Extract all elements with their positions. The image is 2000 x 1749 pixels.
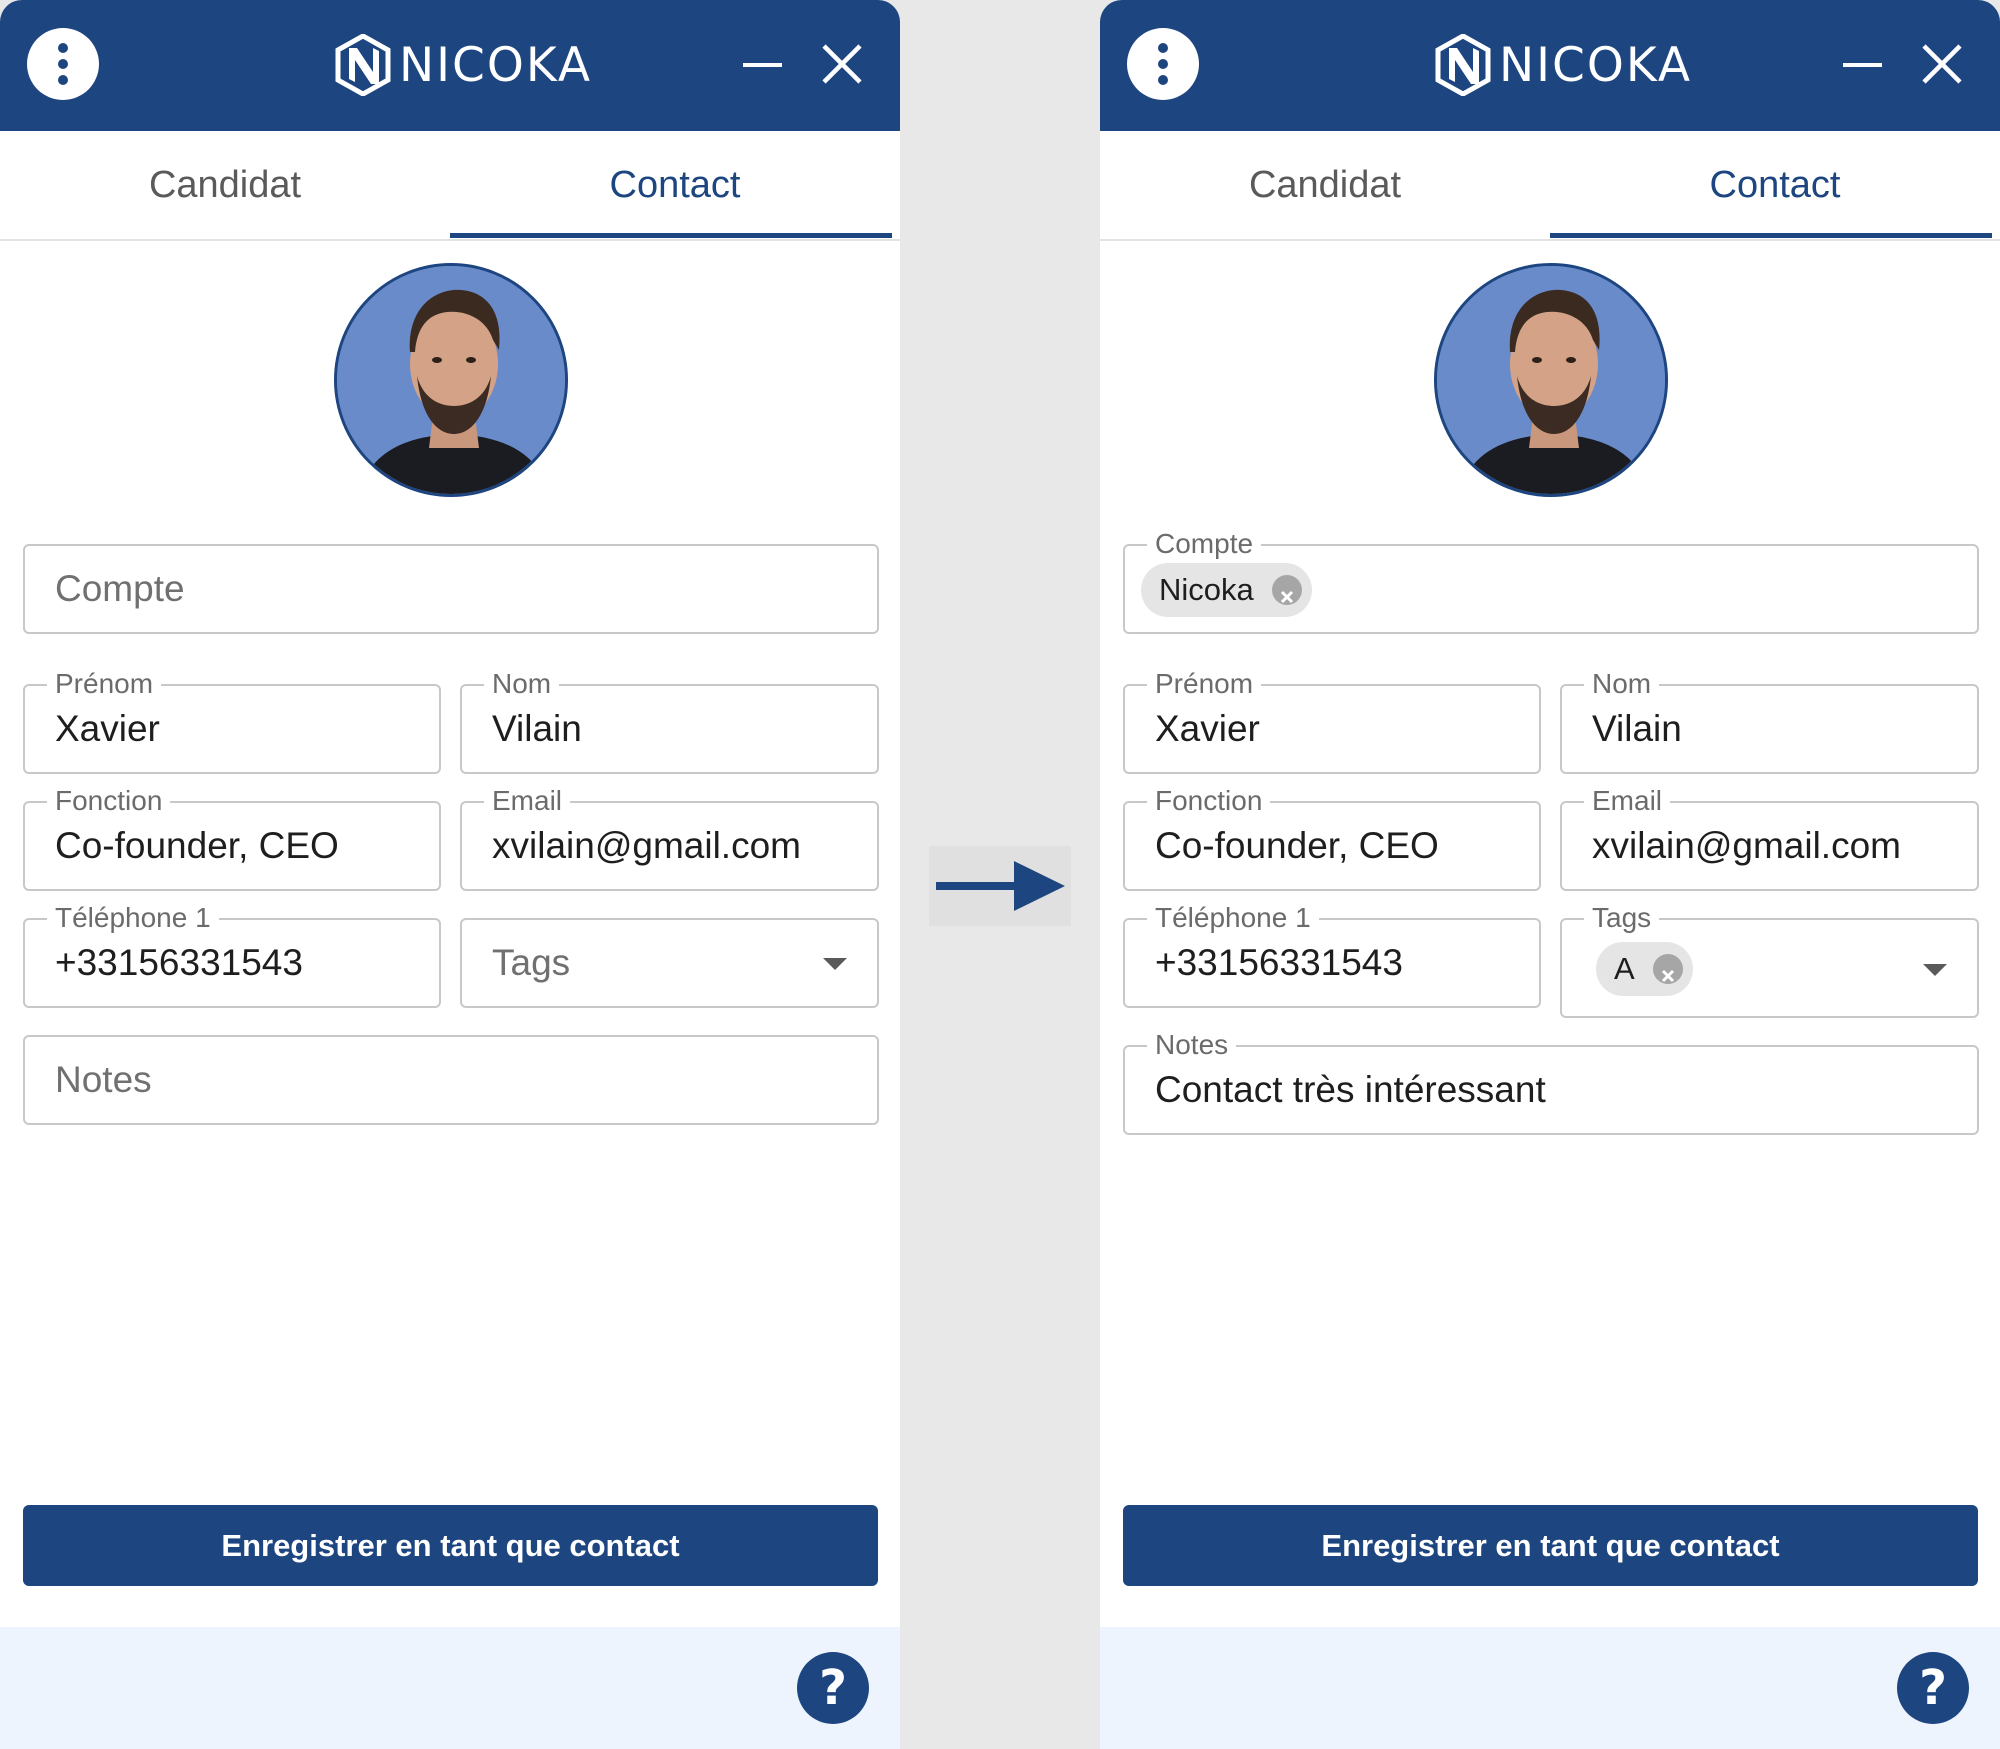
email-field[interactable]: Email xvilain@gmail.com [460, 785, 879, 891]
email-field[interactable]: Email xvilain@gmail.com [1560, 785, 1979, 891]
transition-arrow [929, 846, 1071, 926]
tags-placeholder: Tags [492, 942, 571, 983]
caret-down-icon [823, 958, 847, 970]
prenom-field[interactable]: Prénom Xavier [23, 668, 441, 774]
email-value: xvilain@gmail.com [492, 825, 801, 866]
fonction-field[interactable]: Fonction Co-founder, CEO [23, 785, 441, 891]
close-x-icon [822, 44, 862, 84]
compte-field[interactable]: Compte [23, 544, 879, 634]
question-mark-icon: ? [1919, 1660, 1947, 1716]
fonction-field[interactable]: Fonction Co-founder, CEO [1123, 785, 1541, 891]
chip-remove-glyph [1280, 590, 1293, 604]
tags-select[interactable]: Tags A [1560, 902, 1979, 1018]
extension-panel-before: NICOKA Candidat Contact Compte Prénom Xa… [0, 0, 900, 1749]
avatar [334, 263, 568, 497]
prenom-value: Xavier [55, 708, 160, 749]
telephone-field[interactable]: Téléphone 1 +33156331543 [23, 902, 441, 1008]
extension-panel-after: NICOKA Candidat Contact Compte Nicoka Pr… [1100, 0, 2000, 1749]
active-tab-indicator [1550, 233, 1992, 238]
help-button[interactable]: ? [1897, 1652, 1969, 1724]
active-tab-indicator [450, 233, 892, 238]
fonction-value: Co-founder, CEO [1155, 825, 1439, 866]
tab-bar: Candidat Contact [1100, 131, 2000, 241]
nom-field[interactable]: Nom Vilain [460, 668, 879, 774]
tab-contact[interactable]: Contact [450, 131, 900, 239]
notes-field[interactable]: Notes Contact très intéressant [1123, 1029, 1979, 1135]
menu-button[interactable] [1127, 28, 1199, 100]
nicoka-logo-icon [1435, 34, 1491, 96]
compte-chip[interactable]: Nicoka [1141, 563, 1312, 617]
tab-candidat[interactable]: Candidat [0, 131, 450, 239]
vertical-dots-icon-dot [58, 59, 68, 69]
minimize-button[interactable] [1840, 40, 1888, 88]
brand-name: NICOKA [1499, 38, 1692, 93]
minimize-button[interactable] [740, 40, 788, 88]
notes-field[interactable]: Notes [23, 1035, 879, 1125]
circle-x-icon[interactable] [1652, 954, 1683, 984]
menu-button[interactable] [27, 28, 99, 100]
chip-remove-glyph [1661, 969, 1674, 983]
vertical-dots-icon-dot [1158, 59, 1168, 69]
avatar-photo [1437, 266, 1665, 494]
footer-bar: ? [0, 1627, 900, 1749]
footer-bar: ? [1100, 1627, 2000, 1749]
save-as-contact-button[interactable]: Enregistrer en tant que contact [23, 1505, 878, 1586]
fonction-value: Co-founder, CEO [55, 825, 339, 866]
brand-name: NICOKA [399, 38, 592, 93]
compte-label: Compte [1147, 528, 1262, 560]
tab-contact[interactable]: Contact [1550, 131, 2000, 239]
compte-field[interactable]: Compte Nicoka [1123, 528, 1979, 634]
avatar [1434, 263, 1668, 497]
compte-chip-label: Nicoka [1159, 572, 1254, 607]
vertical-dots-icon [58, 43, 68, 53]
notes-placeholder: Notes [55, 1059, 152, 1100]
nicoka-logo: NICOKA [335, 34, 590, 96]
vertical-dots-icon-dot [58, 75, 68, 85]
vertical-dots-icon-dot [1158, 75, 1168, 85]
telephone-value: +33156331543 [55, 942, 303, 983]
prenom-value: Xavier [1155, 708, 1260, 749]
close-x-icon [1922, 44, 1962, 84]
nicoka-logo: NICOKA [1435, 34, 1690, 96]
question-mark-icon: ? [819, 1660, 847, 1716]
header-bar: NICOKA [0, 0, 900, 131]
nom-value: Vilain [1592, 708, 1682, 749]
compte-placeholder: Compte [55, 568, 185, 609]
email-value: xvilain@gmail.com [1592, 825, 1901, 866]
header-bar: NICOKA [1100, 0, 2000, 131]
tab-candidat[interactable]: Candidat [1100, 131, 1550, 239]
close-button[interactable] [1920, 42, 1964, 86]
circle-x-icon[interactable] [1271, 575, 1302, 605]
nom-value: Vilain [492, 708, 582, 749]
prenom-field[interactable]: Prénom Xavier [1123, 668, 1541, 774]
close-button[interactable] [820, 42, 864, 86]
nom-field[interactable]: Nom Vilain [1560, 668, 1979, 774]
vertical-dots-icon [1158, 43, 1168, 53]
telephone-value: +33156331543 [1155, 942, 1403, 983]
help-button[interactable]: ? [797, 1652, 869, 1724]
save-as-contact-button[interactable]: Enregistrer en tant que contact [1123, 1505, 1978, 1586]
tab-bar: Candidat Contact [0, 131, 900, 241]
tags-select[interactable]: Tags [460, 918, 879, 1008]
avatar-photo [337, 266, 565, 494]
notes-value: Contact très intéressant [1155, 1069, 1546, 1110]
tags-label: Tags [1584, 902, 1660, 934]
tag-chip-label: A [1614, 951, 1635, 986]
telephone-field[interactable]: Téléphone 1 +33156331543 [1123, 902, 1541, 1008]
tag-chip[interactable]: A [1596, 942, 1693, 996]
caret-down-icon [1923, 964, 1947, 976]
nicoka-logo-icon [335, 34, 391, 96]
arrow-right-icon [936, 861, 1065, 911]
